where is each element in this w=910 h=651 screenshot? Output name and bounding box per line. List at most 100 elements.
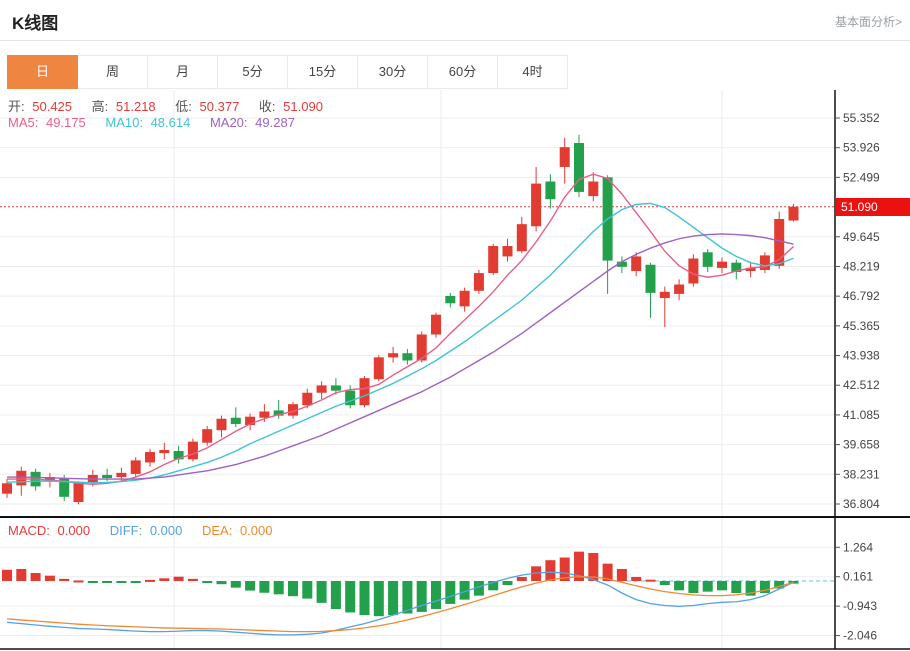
macd-bar xyxy=(245,580,256,591)
macd-bar xyxy=(545,560,556,581)
axis-tick-label: -0.943 xyxy=(843,599,877,613)
candle-body xyxy=(130,460,141,474)
ma10-label: MA10: xyxy=(105,115,143,130)
axis-tick-label: 48.219 xyxy=(843,259,880,273)
candle-body xyxy=(445,295,456,304)
axis-tick-label: 1.264 xyxy=(843,540,873,554)
macd-bar xyxy=(688,580,699,593)
close-label: 收: xyxy=(258,99,276,114)
macd-bar xyxy=(659,580,670,585)
kline-chart-area[interactable]: 55.352 53.926 52.499 49.645 48.219 46.792 45.3… xyxy=(0,90,910,651)
ma10-line xyxy=(6,202,794,484)
candle-body xyxy=(545,181,556,200)
candle-body xyxy=(659,291,670,299)
candle-body xyxy=(373,357,384,380)
candle-body xyxy=(2,483,12,494)
candle-body xyxy=(402,353,413,361)
candle-body xyxy=(488,246,499,274)
ma20-line xyxy=(7,233,794,480)
candle-body xyxy=(187,441,198,460)
candle-body xyxy=(531,183,542,227)
macd-bar xyxy=(59,578,70,581)
macd-bar xyxy=(631,576,642,581)
macd-bar xyxy=(230,580,241,588)
candle-body xyxy=(645,264,656,293)
ohlc-legend: 开: 50.425 高: 51.218 低: 50.377 收: 51.090 xyxy=(8,96,327,115)
tab-5min[interactable]: 5分 xyxy=(218,55,288,89)
ma5-line xyxy=(7,173,794,486)
macd-bar xyxy=(731,580,742,593)
diff-value: 0.000 xyxy=(149,523,183,538)
axis-tick-label: 45.365 xyxy=(843,319,880,333)
dea-label: DEA: xyxy=(201,523,233,538)
macd-bar xyxy=(302,580,313,599)
candle-body xyxy=(473,273,484,291)
macd-bar xyxy=(2,569,12,581)
ma5-value: 49.175 xyxy=(45,115,86,130)
macd-bar xyxy=(616,568,627,581)
kline-page: K线图 基本面分析> 日周月 5分 15分 30分 60分 4时 55.352 53.926… xyxy=(0,0,910,651)
tab-week[interactable]: 周 xyxy=(78,55,148,89)
macd-bar xyxy=(674,580,685,591)
tab-60min[interactable]: 60分 xyxy=(428,55,498,89)
macd-bar xyxy=(173,576,184,581)
macd-bar xyxy=(116,580,127,583)
axis-tick-label: 52.499 xyxy=(843,170,880,184)
candle-body xyxy=(502,246,513,257)
axis-tick-label: 41.085 xyxy=(843,408,880,422)
candle-body xyxy=(145,452,155,463)
macd-bar xyxy=(44,575,55,581)
macd-bar xyxy=(373,580,384,617)
tab-day[interactable]: 日 xyxy=(7,55,78,89)
ma10-value: 48.614 xyxy=(150,115,191,130)
high-label: 高: xyxy=(91,99,109,114)
macd-bar xyxy=(330,580,341,609)
candle-body xyxy=(202,429,213,443)
axis-tick-label: 0.161 xyxy=(843,570,873,584)
candle-body xyxy=(702,252,713,267)
tab-15min[interactable]: 15分 xyxy=(288,55,358,89)
candle-body xyxy=(230,417,241,424)
close-value: 51.090 xyxy=(283,99,323,114)
macd-bar xyxy=(187,578,198,581)
tab-4hour[interactable]: 4时 xyxy=(498,55,568,89)
candle-body xyxy=(388,353,399,358)
axis-tick-label: 46.792 xyxy=(843,289,880,303)
macd-bar xyxy=(502,580,513,585)
tab-30min[interactable]: 30分 xyxy=(358,55,428,89)
macd-label: MACD: xyxy=(8,523,50,538)
candle-body xyxy=(788,206,799,221)
tab-month[interactable]: 月 xyxy=(148,55,218,89)
ma5-label: MA5: xyxy=(8,115,39,130)
candle-body xyxy=(330,385,341,391)
candle-body xyxy=(431,314,441,335)
candle-body xyxy=(588,181,599,197)
macd-bar xyxy=(273,580,284,595)
candle-body xyxy=(73,483,84,503)
ma-legend: MA5: 49.175 MA10: 48.614 MA20: 49.287 xyxy=(8,115,299,130)
chart-frame xyxy=(0,90,910,650)
current-price-badge: 51.090 xyxy=(836,198,910,216)
candle-body xyxy=(717,261,727,268)
fundamental-analysis-link[interactable]: 基本面分析> xyxy=(835,13,902,30)
candle-body xyxy=(102,474,113,479)
macd-bar xyxy=(345,580,356,613)
y-axis-labels: 55.352 53.926 52.499 49.645 48.219 46.792 45.3… xyxy=(835,111,880,643)
ma20-label: MA20: xyxy=(209,115,248,130)
gridlines xyxy=(0,90,835,649)
macd-bar xyxy=(30,572,41,581)
open-label: 开: xyxy=(8,99,25,114)
candle-body xyxy=(159,449,170,454)
high-value: 51.218 xyxy=(115,99,156,114)
candle-body xyxy=(216,418,227,431)
low-label: 低: xyxy=(175,99,192,114)
macd-bar xyxy=(516,576,527,581)
macd-bar xyxy=(645,579,656,582)
page-header: K线图 基本面分析> xyxy=(0,0,910,41)
page-title: K线图 xyxy=(12,14,59,33)
candle-body xyxy=(316,385,327,393)
kline-chart-canvas[interactable]: 55.352 53.926 52.499 49.645 48.219 46.792 45.3… xyxy=(0,90,910,651)
macd-bar xyxy=(102,580,113,583)
candle-body xyxy=(259,411,270,418)
axis-tick-label: 49.645 xyxy=(843,230,880,244)
